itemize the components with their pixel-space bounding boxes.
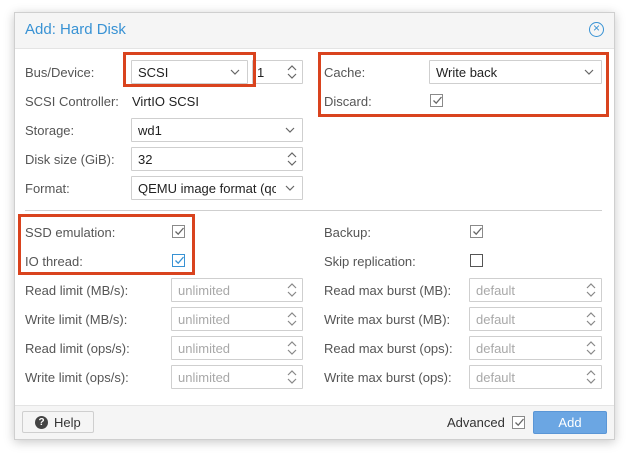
checkmark-icon [175,227,184,236]
advanced-label: Advanced [447,415,505,430]
backup-checkbox[interactable] [470,225,483,238]
dialog-titlebar: Add: Hard Disk × [15,13,614,49]
spinner-icon[interactable] [585,368,597,386]
checkmark-icon [515,418,524,427]
disk-size-label: Disk size (GiB): [25,152,115,167]
read-limit-ops-placeholder: unlimited [178,341,231,356]
add-button[interactable]: Add [533,411,607,434]
help-button-label: Help [54,415,81,430]
device-number-value: 1 [257,65,265,80]
help-button[interactable]: ? Help [22,411,94,433]
disk-size-field[interactable]: 32 [131,147,303,171]
read-limit-mb-placeholder: unlimited [178,283,231,298]
format-select-value: QEMU image format (qc [138,181,276,196]
chevron-down-icon[interactable] [230,65,240,79]
chevron-down-icon[interactable] [584,65,594,79]
advanced-divider [25,210,602,211]
cache-label: Cache: [324,65,366,80]
io-thread-label: IO thread: [25,254,83,269]
write-limit-ops-field[interactable]: unlimited [171,365,303,389]
checkmark-icon [433,96,442,105]
dialog-title: Add: Hard Disk [25,21,126,38]
read-burst-mb-field[interactable]: default [469,278,602,302]
read-limit-mb-label: Read limit (MB/s): [25,283,129,298]
storage-select[interactable]: wd1 [131,118,303,142]
checkmark-icon [175,256,184,265]
discard-checkbox[interactable] [430,94,443,107]
spinner-icon[interactable] [286,281,298,299]
scsi-controller-value: VirtIO SCSI [132,94,199,109]
read-limit-ops-field[interactable]: unlimited [171,336,303,360]
read-burst-ops-placeholder: default [476,341,516,356]
storage-select-value: wd1 [138,123,162,138]
spinner-icon[interactable] [286,339,298,357]
write-burst-mb-field[interactable]: default [469,307,602,331]
read-burst-ops-label: Read max burst (ops): [324,341,453,356]
write-burst-ops-placeholder: default [476,370,516,385]
format-label: Format: [25,181,70,196]
discard-label: Discard: [324,94,372,109]
bus-device-label: Bus/Device: [25,65,95,80]
backup-label: Backup: [324,225,371,240]
write-limit-ops-placeholder: unlimited [178,370,231,385]
checkmark-icon [473,227,482,236]
scsi-controller-label: SCSI Controller: [25,94,119,109]
ssd-emulation-label: SSD emulation: [25,225,116,240]
spinner-icon[interactable] [286,368,298,386]
spinner-icon[interactable] [286,310,298,328]
advanced-checkbox[interactable] [512,416,525,429]
spinner-icon[interactable] [585,310,597,328]
chevron-down-icon[interactable] [285,181,295,195]
cache-select[interactable]: Write back [429,60,602,84]
close-icon[interactable]: × [589,22,604,37]
write-burst-ops-field[interactable]: default [469,365,602,389]
dialog-footer: ? Help Advanced Add [15,405,614,439]
chevron-down-icon[interactable] [285,123,295,137]
write-limit-mb-label: Write limit (MB/s): [25,312,128,327]
ssd-emulation-checkbox[interactable] [172,225,185,238]
question-icon: ? [35,416,48,429]
add-hard-disk-dialog: Add: Hard Disk × Bus/Device: SCSI 1 SCSI… [14,12,615,440]
spinner-icon[interactable] [286,150,298,168]
read-burst-mb-label: Read max burst (MB): [324,283,452,298]
spinner-icon[interactable] [286,63,298,81]
write-limit-mb-placeholder: unlimited [178,312,231,327]
skip-replication-checkbox[interactable] [470,254,483,267]
bus-select-value: SCSI [138,65,169,80]
read-burst-mb-placeholder: default [476,283,516,298]
device-number-field[interactable]: 1 [252,60,303,84]
format-select[interactable]: QEMU image format (qc [131,176,303,200]
spinner-icon[interactable] [585,281,597,299]
read-limit-ops-label: Read limit (ops/s): [25,341,130,356]
storage-label: Storage: [25,123,75,138]
write-burst-mb-placeholder: default [476,312,516,327]
cache-select-value: Write back [436,65,498,80]
write-limit-ops-label: Write limit (ops/s): [25,370,129,385]
io-thread-checkbox[interactable] [172,254,185,267]
write-burst-mb-label: Write max burst (MB): [324,312,451,327]
write-limit-mb-field[interactable]: unlimited [171,307,303,331]
spinner-icon[interactable] [585,339,597,357]
write-burst-ops-label: Write max burst (ops): [324,370,452,385]
bus-select[interactable]: SCSI [131,60,248,84]
disk-size-value: 32 [138,152,153,167]
read-burst-ops-field[interactable]: default [469,336,602,360]
read-limit-mb-field[interactable]: unlimited [171,278,303,302]
skip-replication-label: Skip replication: [324,254,416,269]
